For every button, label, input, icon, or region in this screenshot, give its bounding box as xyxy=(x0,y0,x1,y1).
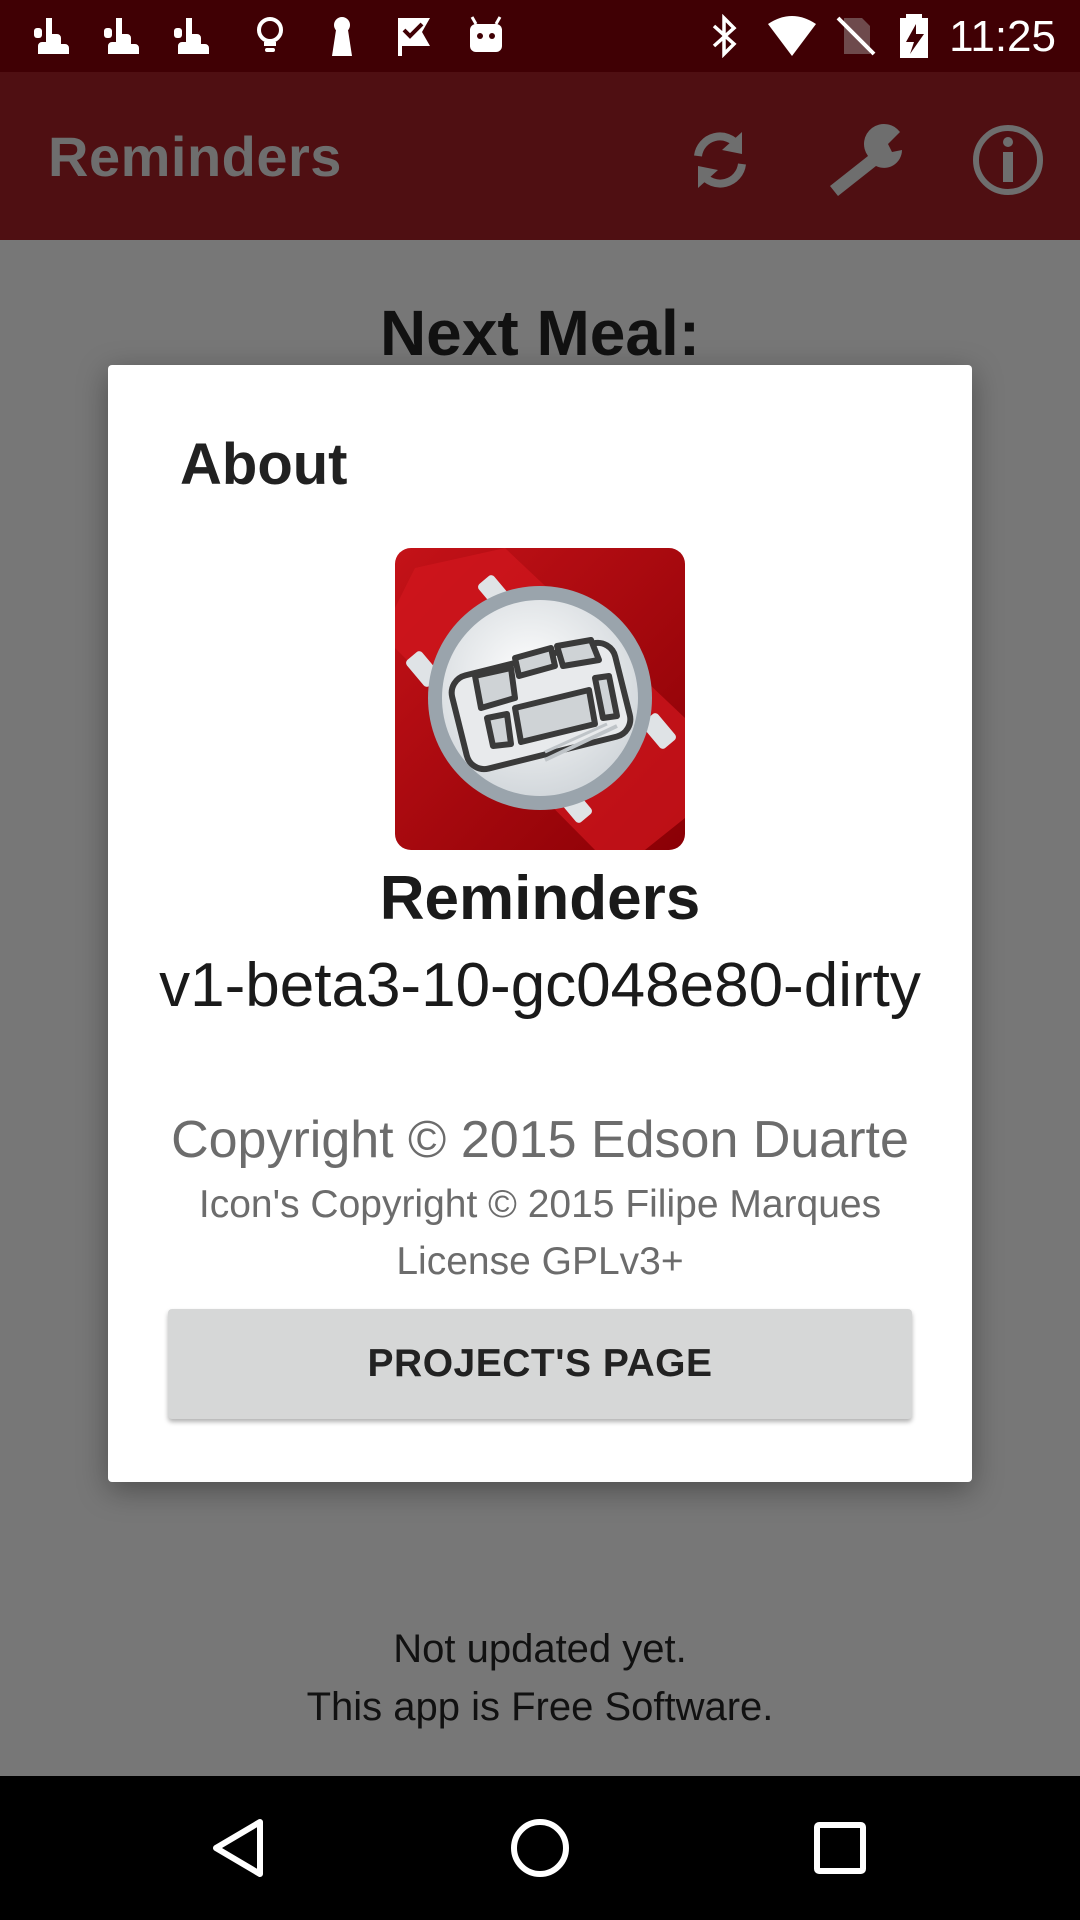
home-icon[interactable] xyxy=(490,1798,590,1898)
wrench-icon[interactable] xyxy=(820,120,910,200)
free-software-text: This app is Free Software. xyxy=(306,1685,774,1729)
back-icon[interactable] xyxy=(190,1798,290,1898)
hand-pointer-icon xyxy=(100,14,144,58)
dialog-app-name: Reminders xyxy=(379,864,701,933)
about-dialog: About Reminders v1-beta3-10-gc048e80-dir… xyxy=(108,365,972,1482)
navigation-bar xyxy=(0,1776,1080,1920)
app-toolbar: Reminders xyxy=(0,72,1080,240)
app-title: Reminders xyxy=(48,125,342,188)
android-robot-icon xyxy=(464,14,508,58)
copyright-text: Copyright © 2015 Edson Duarte xyxy=(171,1111,909,1169)
battery-charging-icon xyxy=(892,14,936,58)
hand-pointer-icon xyxy=(170,14,214,58)
license-text: License GPLv3+ xyxy=(396,1240,684,1283)
keyhole-icon xyxy=(320,14,364,58)
wifi-icon xyxy=(766,14,818,58)
hand-pointer-icon xyxy=(30,14,74,58)
projects-page-button[interactable]: PROJECT'S PAGE xyxy=(168,1309,912,1419)
app-logo xyxy=(395,548,685,850)
check-flag-icon xyxy=(392,14,436,58)
recents-icon[interactable] xyxy=(790,1798,890,1898)
bluetooth-icon xyxy=(702,14,746,58)
info-icon[interactable] xyxy=(968,120,1048,200)
next-meal-heading: Next Meal: xyxy=(379,297,701,369)
dialog-title: About xyxy=(180,432,348,497)
lightbulb-icon xyxy=(248,14,292,58)
refresh-icon[interactable] xyxy=(680,120,760,200)
status-bar: 11:25 xyxy=(0,0,1080,72)
icon-copyright-text: Icon's Copyright © 2015 Filipe Marques xyxy=(198,1183,882,1226)
main-footer: Not updated yet. This app is Free Softwa… xyxy=(0,1620,1080,1736)
no-sim-icon xyxy=(834,14,878,58)
update-status-text: Not updated yet. xyxy=(393,1627,687,1671)
version-text: v1-beta3-10-gc048e80-dirty xyxy=(159,951,921,1020)
clock: 11:25 xyxy=(949,12,1056,61)
